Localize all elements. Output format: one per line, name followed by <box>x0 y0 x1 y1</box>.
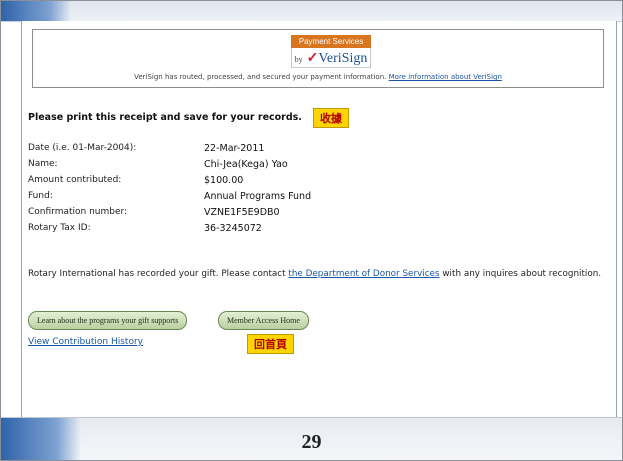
detail-label: Date (i.e. 01-Mar-2004): <box>28 143 137 153</box>
receipt-heading: Please print this receipt and save for y… <box>28 112 302 123</box>
verisign-logo-bottom: by ✓VeriSign <box>291 48 371 68</box>
detail-row-fund: Fund: Annual Programs Fund <box>28 191 428 207</box>
verisign-logo-top: Payment Services <box>291 35 371 48</box>
detail-value: VZNE1F5E9DB0 <box>204 207 280 218</box>
verisign-more-link[interactable]: More information about VeriSign <box>389 73 502 81</box>
page-content: Payment Services by ✓VeriSign VeriSign h… <box>21 21 617 418</box>
recorded-message: Rotary International has recorded your g… <box>28 269 618 279</box>
verisign-note: VeriSign has routed, processed, and secu… <box>134 73 387 81</box>
verisign-banner: Payment Services by ✓VeriSign VeriSign h… <box>32 29 604 88</box>
slide-top-bar <box>1 1 622 22</box>
detail-value: 36-3245072 <box>204 223 262 234</box>
detail-label: Confirmation number: <box>28 207 128 217</box>
detail-value: 22-Mar-2011 <box>204 143 265 154</box>
learn-programs-button[interactable]: Learn about the programs your gift suppo… <box>28 311 188 330</box>
recorded-suffix: with any inquires about recognition. <box>442 269 602 279</box>
detail-row-confirmation: Confirmation number: VZNE1F5E9DB0 <box>28 207 428 223</box>
member-access-home-button[interactable]: Member Access Home <box>218 311 309 330</box>
detail-label: Fund: <box>28 191 53 201</box>
checkmark-icon: ✓ <box>306 51 319 66</box>
receipt-details: Date (i.e. 01-Mar-2004): 22-Mar-2011 Nam… <box>28 143 428 239</box>
donor-services-link[interactable]: the Department of Donor Services <box>288 269 439 279</box>
detail-value: Chi-Jea(Kega) Yao <box>204 159 288 170</box>
receipt-tag: 收據 <box>313 107 350 128</box>
detail-label: Amount contributed: <box>28 175 122 185</box>
verisign-logo: Payment Services by ✓VeriSign <box>291 35 371 69</box>
detail-row-amount: Amount contributed: $100.00 <box>28 175 428 191</box>
verisign-logo-name: VeriSign <box>318 51 368 66</box>
detail-row-date: Date (i.e. 01-Mar-2004): 22-Mar-2011 <box>28 143 428 159</box>
verisign-note-line: VeriSign has routed, processed, and secu… <box>33 73 603 81</box>
view-contribution-history-link[interactable]: View Contribution History <box>28 337 143 347</box>
home-tag: 回首頁 <box>247 334 294 354</box>
slide: Payment Services by ✓VeriSign VeriSign h… <box>0 0 623 461</box>
detail-label: Rotary Tax ID: <box>28 223 91 233</box>
receipt-heading-row: Please print this receipt and save for y… <box>28 107 350 128</box>
verisign-logo-by: by <box>294 55 303 64</box>
recorded-prefix: Rotary International has recorded your g… <box>28 269 286 279</box>
detail-label: Name: <box>28 159 58 169</box>
detail-row-tax-id: Rotary Tax ID: 36-3245072 <box>28 223 428 239</box>
detail-row-name: Name: Chi-Jea(Kega) Yao <box>28 159 428 175</box>
slide-top-accent <box>1 1 71 21</box>
slide-number: 29 <box>301 431 322 453</box>
detail-value: $100.00 <box>204 175 244 186</box>
detail-value: Annual Programs Fund <box>204 191 312 202</box>
